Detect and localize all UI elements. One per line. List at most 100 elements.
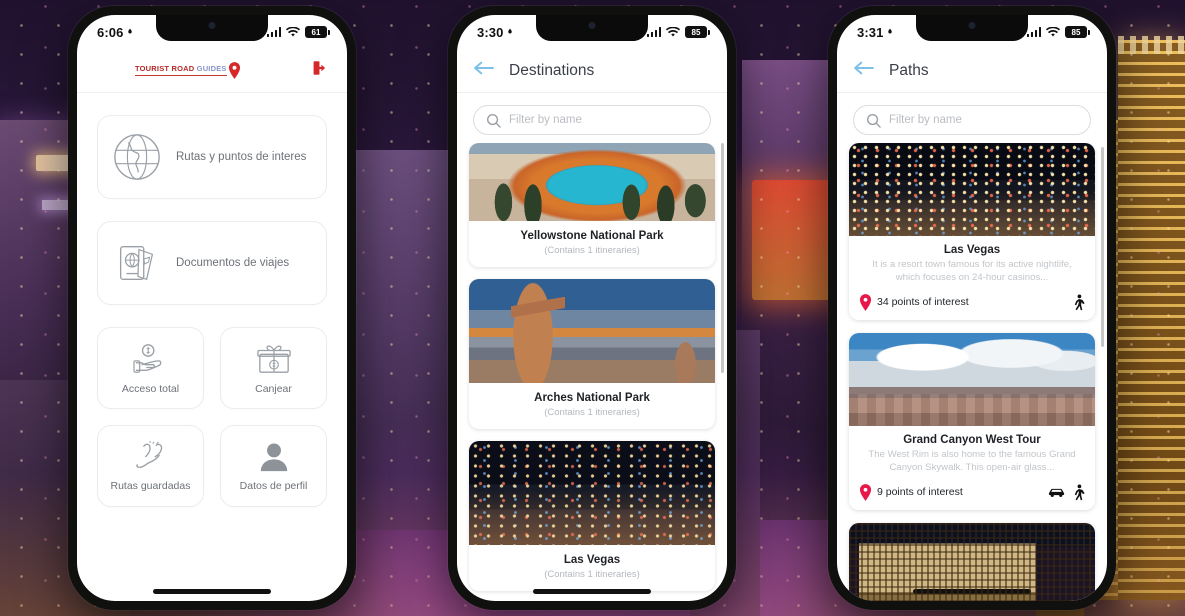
status-bar: 3:30 85 bbox=[457, 15, 727, 49]
search-input[interactable] bbox=[889, 114, 1078, 126]
phone-home: 6:06 61 TOURIST ROAD GUIDES Rutas y punt… bbox=[68, 6, 356, 610]
battery-indicator: 85 bbox=[685, 26, 710, 38]
walking-icon bbox=[1074, 294, 1085, 311]
battery-indicator: 85 bbox=[1065, 26, 1090, 38]
path-description: It is a resort town famous for its activ… bbox=[872, 259, 1072, 283]
home-indicator bbox=[533, 589, 651, 594]
destination-title: Yellowstone National Park bbox=[520, 230, 664, 242]
back-arrow-icon bbox=[474, 61, 494, 75]
signal-bars-icon bbox=[1026, 27, 1041, 37]
path-transport-modes bbox=[1072, 294, 1085, 311]
signal-bars-icon bbox=[266, 27, 281, 37]
status-bar: 6:06 61 bbox=[77, 15, 347, 49]
menu-tile-full-access-label: Acceso total bbox=[121, 382, 180, 395]
gift-icon bbox=[256, 345, 291, 373]
menu-tile-full-access[interactable]: Acceso total bbox=[97, 327, 204, 409]
map-pin-icon bbox=[228, 62, 240, 79]
search-container bbox=[837, 93, 1107, 143]
menu-item-routes[interactable]: Rutas y puntos de interes bbox=[97, 115, 327, 199]
search-container bbox=[457, 93, 727, 143]
path-card[interactable]: Grand Canyon West Tour The West Rim is a… bbox=[849, 332, 1095, 510]
destination-subtitle: (Contains 1 itineraries) bbox=[544, 245, 640, 256]
destination-title: Las Vegas bbox=[563, 554, 621, 566]
path-card-partial[interactable] bbox=[849, 522, 1095, 601]
path-transport-modes bbox=[1048, 484, 1085, 501]
wifi-icon bbox=[286, 26, 300, 37]
menu-item-routes-label: Rutas y puntos de interes bbox=[176, 151, 307, 163]
location-arrow-icon bbox=[888, 28, 893, 34]
path-poi-count: 9 points of interest bbox=[877, 486, 963, 499]
path-poi: 34 points of interest bbox=[859, 294, 969, 311]
path-poi: 9 points of interest bbox=[859, 483, 963, 501]
app-logo-text: TOURIST ROAD GUIDES bbox=[135, 65, 227, 76]
car-icon bbox=[1048, 489, 1065, 498]
path-info: Grand Canyon West Tour The West Rim is a… bbox=[849, 426, 1095, 510]
destination-image bbox=[469, 279, 715, 383]
path-image bbox=[849, 332, 1095, 426]
back-button[interactable] bbox=[853, 60, 875, 81]
status-time: 3:30 bbox=[477, 24, 504, 40]
status-time-group: 6:06 bbox=[97, 25, 134, 40]
menu-tile-saved-routes-label: Rutas guardadas bbox=[110, 479, 191, 492]
path-title: Las Vegas bbox=[943, 244, 1001, 256]
path-info: Las Vegas It is a resort town famous for… bbox=[849, 236, 1095, 320]
path-title: Grand Canyon West Tour bbox=[903, 433, 1041, 446]
page-title: Destinations bbox=[509, 61, 595, 79]
home-menu: Rutas y puntos de interes Documentos de … bbox=[77, 93, 347, 507]
phone-destinations: 3:30 85 Destinations Filter by name Yell… bbox=[448, 6, 736, 610]
path-image bbox=[849, 522, 1095, 601]
wifi-icon bbox=[666, 26, 680, 37]
passport-icon bbox=[119, 245, 154, 281]
menu-tile-redeem[interactable]: Canjear bbox=[220, 327, 327, 409]
map-pin-icon bbox=[859, 294, 872, 311]
destination-subtitle: (Contains 1 itineraries) bbox=[544, 569, 640, 580]
phone-paths: 3:31 85 Paths Filter by name Las Vegas I… bbox=[828, 6, 1116, 610]
status-icons: 61 bbox=[266, 26, 330, 38]
app-header-home: TOURIST ROAD GUIDES bbox=[77, 49, 347, 93]
logout-icon bbox=[313, 61, 326, 75]
back-button[interactable] bbox=[473, 60, 495, 81]
status-icons: 85 bbox=[1026, 26, 1090, 38]
status-time: 6:06 bbox=[97, 24, 124, 40]
phone-home-screen: 6:06 61 TOURIST ROAD GUIDES Rutas y punt… bbox=[77, 15, 347, 601]
search-bar[interactable] bbox=[853, 105, 1091, 135]
logout-button[interactable] bbox=[311, 59, 329, 82]
destination-image bbox=[469, 441, 715, 545]
destination-card[interactable]: Yellowstone National Park (Contains 1 it… bbox=[469, 143, 715, 267]
phone-paths-screen: 3:31 85 Paths Filter by name Las Vegas I… bbox=[837, 15, 1107, 601]
app-header-destinations: Destinations bbox=[457, 49, 727, 93]
destinations-list[interactable]: Yellowstone National Park (Contains 1 it… bbox=[457, 143, 727, 601]
status-bar: 3:31 85 bbox=[837, 15, 1107, 49]
search-icon bbox=[866, 113, 881, 128]
menu-tile-saved-routes[interactable]: Rutas guardadas bbox=[97, 425, 204, 507]
destination-card[interactable]: Las Vegas (Contains 1 itineraries) bbox=[469, 441, 715, 591]
status-time-group: 3:30 bbox=[477, 25, 514, 40]
menu-item-documents-label: Documentos de viajes bbox=[176, 257, 290, 269]
status-time-group: 3:31 bbox=[857, 25, 894, 40]
path-footer: 34 points of interest bbox=[859, 294, 1085, 311]
menu-tile-profile[interactable]: Datos de perfil bbox=[220, 425, 327, 507]
page-title: Paths bbox=[889, 61, 929, 79]
path-description: The West Rim is also home to the famous … bbox=[868, 448, 1076, 473]
map-pin-icon bbox=[859, 483, 872, 501]
globe-icon bbox=[114, 134, 160, 180]
signal-bars-icon bbox=[646, 27, 661, 37]
path-footer: 9 points of interest bbox=[859, 483, 1085, 501]
search-bar[interactable] bbox=[473, 105, 711, 135]
search-input[interactable] bbox=[509, 114, 698, 126]
user-profile-icon bbox=[260, 442, 287, 471]
destination-image bbox=[469, 143, 715, 221]
path-card[interactable]: Las Vegas It is a resort town famous for… bbox=[849, 143, 1095, 320]
menu-item-documents[interactable]: Documentos de viajes bbox=[97, 221, 327, 305]
destination-info: Las Vegas (Contains 1 itineraries) bbox=[469, 545, 715, 591]
list-scrollbar[interactable] bbox=[1101, 147, 1104, 347]
destination-subtitle: (Contains 1 itineraries) bbox=[544, 407, 640, 418]
menu-tile-redeem-label: Canjear bbox=[255, 382, 292, 395]
walking-icon bbox=[1074, 484, 1085, 500]
list-scrollbar[interactable] bbox=[721, 143, 724, 373]
search-icon bbox=[486, 113, 501, 128]
path-image bbox=[849, 143, 1095, 236]
destination-card[interactable]: Arches National Park (Contains 1 itinera… bbox=[469, 279, 715, 429]
paths-list[interactable]: Las Vegas It is a resort town famous for… bbox=[837, 143, 1107, 601]
menu-tile-profile-label: Datos de perfil bbox=[239, 479, 308, 492]
